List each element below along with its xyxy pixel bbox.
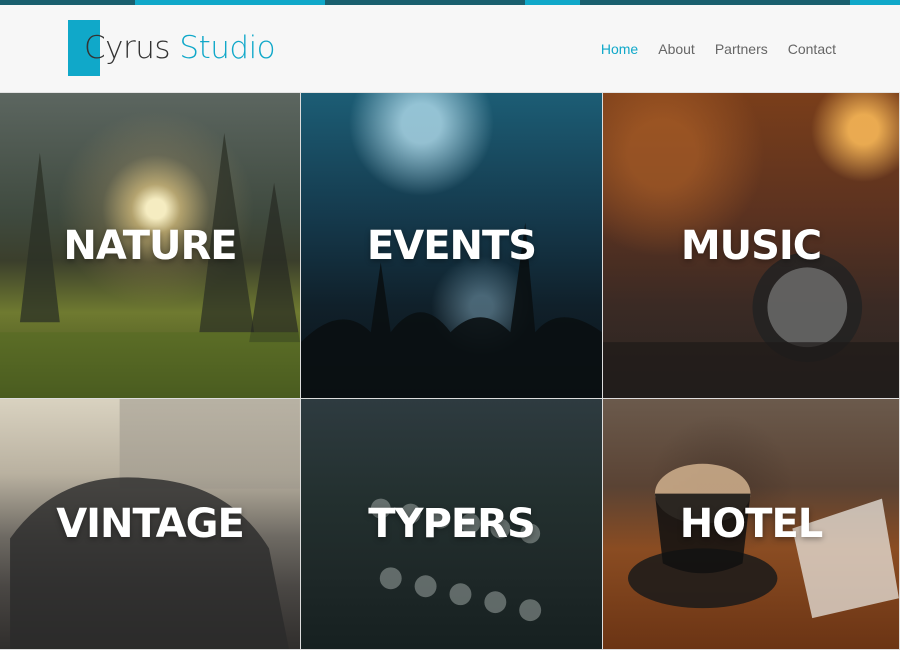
logo-text: Cyrus Studio <box>68 30 276 66</box>
tile-typers[interactable]: TYPERS <box>301 399 603 650</box>
tile-nature-label: NATURE <box>63 222 237 269</box>
tile-music-label: MUSIC <box>680 222 822 269</box>
main-nav: Home About Partners Contact <box>581 41 836 57</box>
tile-vintage[interactable]: VINTAGE <box>0 399 301 650</box>
logo-first-word: Cyrus <box>84 30 171 66</box>
site-header: Cyrus Studio Home About Partners Contact <box>0 5 900 93</box>
tile-events[interactable]: EVENTS <box>301 93 603 399</box>
tile-hotel[interactable]: HOTEL <box>603 399 900 650</box>
tile-typers-label: TYPERS <box>368 501 535 547</box>
nav-about[interactable]: About <box>658 41 695 57</box>
tile-music[interactable]: MUSIC <box>603 93 900 399</box>
logo-second-word: Studio <box>179 30 276 66</box>
nav-home[interactable]: Home <box>601 41 638 57</box>
category-grid: NATURE EVENTS MUSIC VINTAGE TYPERS HOTEL <box>0 93 900 650</box>
site-logo[interactable]: Cyrus Studio <box>68 20 276 76</box>
nav-partners[interactable]: Partners <box>715 41 768 57</box>
tile-hotel-label: HOTEL <box>679 501 824 547</box>
tile-vintage-label: VINTAGE <box>56 501 245 547</box>
tile-events-label: EVENTS <box>366 222 537 269</box>
nav-contact[interactable]: Contact <box>788 41 836 57</box>
tile-nature[interactable]: NATURE <box>0 93 301 399</box>
